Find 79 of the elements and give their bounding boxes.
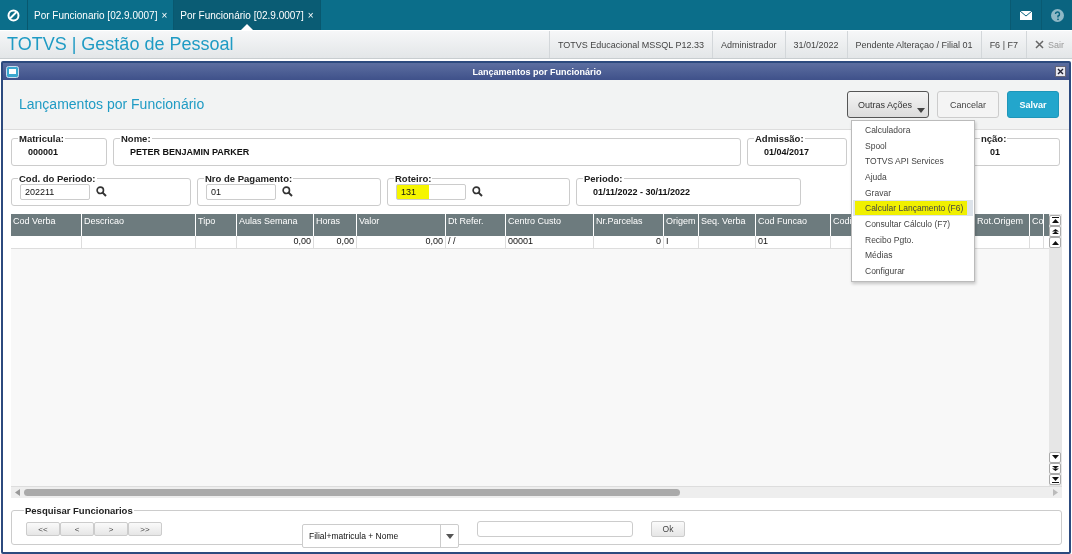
- field-label: Periodo:: [583, 173, 624, 184]
- menu-item[interactable]: Consultar Cálculo (F7): [853, 216, 973, 232]
- close-icon[interactable]: [1055, 66, 1066, 77]
- arrow-down-icon: [1051, 454, 1059, 461]
- page-heading: Lançamentos por Funcionário: [19, 95, 206, 112]
- status-info: F6 | F7: [980, 31, 1026, 58]
- scroll-bottom-button[interactable]: [1049, 474, 1061, 485]
- menu-item[interactable]: Calculadora: [853, 122, 973, 138]
- close-icon[interactable]: ×: [161, 9, 168, 21]
- field-label: Matricula:: [18, 133, 65, 144]
- field-label: nção:: [980, 133, 1008, 144]
- order-select[interactable]: Filial+matricula + Nome: [302, 524, 459, 548]
- scroll-top-button[interactable]: [1049, 215, 1061, 226]
- scrollbar-thumb[interactable]: [24, 489, 680, 496]
- table-cell: 00001: [506, 236, 594, 248]
- status-info: Pendente Alteraçao / Filial 01: [846, 31, 981, 58]
- search-icon[interactable]: [472, 185, 483, 197]
- table-cell: 0,00: [314, 236, 357, 248]
- caret-icon: [917, 108, 925, 113]
- search-icon[interactable]: [282, 185, 293, 197]
- nav-button[interactable]: <<: [26, 522, 60, 536]
- arrow-up-icon: [1051, 239, 1059, 246]
- scroll-up-button[interactable]: [1049, 237, 1061, 248]
- input-field[interactable]: 01: [206, 183, 276, 200]
- table-cell: I: [664, 236, 699, 248]
- table-cell: 0: [594, 236, 664, 248]
- ok-button[interactable]: Ok: [651, 521, 685, 537]
- field-label: Cod. do Periodo:: [18, 173, 97, 184]
- arrow-up-icon: [1051, 217, 1059, 224]
- field-value: PETER BENJAMIN PARKER: [129, 146, 250, 157]
- arrow-up-icon: [1051, 228, 1059, 235]
- menu-item[interactable]: Calcular Lançamento (F6): [853, 200, 973, 217]
- field-value: 000001: [27, 146, 59, 157]
- input-field[interactable]: 202211: [20, 183, 90, 200]
- search-icon[interactable]: [96, 185, 107, 197]
- scroll-down-button[interactable]: [1049, 452, 1061, 463]
- status-info: TOTVS Educacional MSSQL P12.33: [548, 31, 712, 58]
- table-cell: 01: [756, 236, 831, 248]
- menu-item[interactable]: Recibo Pgto.: [853, 231, 973, 248]
- nav-button[interactable]: >>: [128, 522, 162, 536]
- logo-icon[interactable]: [7, 8, 20, 22]
- table-cell: 0,00: [357, 236, 446, 248]
- search-field[interactable]: [477, 521, 633, 537]
- field-value: 01/04/2017: [763, 146, 810, 157]
- caret-icon: [445, 533, 454, 539]
- field-label: Admissão:: [754, 133, 805, 144]
- status-info: 31/01/2022: [784, 31, 847, 58]
- arrow-down-icon: [1051, 465, 1059, 472]
- menu-item[interactable]: Spool: [853, 137, 973, 154]
- nav-button[interactable]: <: [60, 522, 94, 536]
- tab[interactable]: Por Funcionário [02.9.0007] ×: [174, 0, 321, 30]
- field-value: 01/11/2022 - 30/11/2022: [592, 186, 691, 197]
- page-down-button[interactable]: [1049, 463, 1061, 474]
- field-label: Nro de Pagamento:: [204, 173, 294, 184]
- app-title: TOTVS | Gestão de Pessoal: [7, 34, 235, 55]
- arrow-down-icon: [1051, 476, 1059, 483]
- table-cell: / /: [446, 236, 506, 248]
- window-icon: [6, 65, 19, 78]
- action-button[interactable]: Cancelar: [937, 91, 999, 118]
- status-info: Administrador: [711, 31, 785, 58]
- mail-icon[interactable]: [1020, 10, 1032, 20]
- page-up-button[interactable]: [1049, 226, 1061, 237]
- menu-item[interactable]: Ajuda: [853, 169, 973, 185]
- menu-item[interactable]: Gravar: [853, 184, 973, 201]
- field-value: 01: [989, 146, 1000, 157]
- field-label: Roteiro:: [394, 173, 433, 184]
- close-icon[interactable]: ×: [307, 9, 314, 21]
- menu-item[interactable]: Médias: [853, 247, 973, 264]
- action-button[interactable]: Outras Ações: [847, 91, 929, 118]
- table-cell: 0,00: [237, 236, 314, 248]
- input-field[interactable]: 131: [396, 183, 466, 200]
- field-label: Nome:: [120, 133, 152, 144]
- menu-item[interactable]: Configurar: [853, 263, 973, 279]
- help-icon[interactable]: [1050, 8, 1064, 22]
- dialog-title: Lançamentos por Funcionário: [471, 66, 603, 77]
- panel-title: Pesquisar Funcionarios: [24, 505, 134, 516]
- menu-item[interactable]: TOTVS API Services: [853, 153, 973, 170]
- nav-button[interactable]: >: [94, 522, 128, 536]
- close-icon: [1035, 40, 1044, 49]
